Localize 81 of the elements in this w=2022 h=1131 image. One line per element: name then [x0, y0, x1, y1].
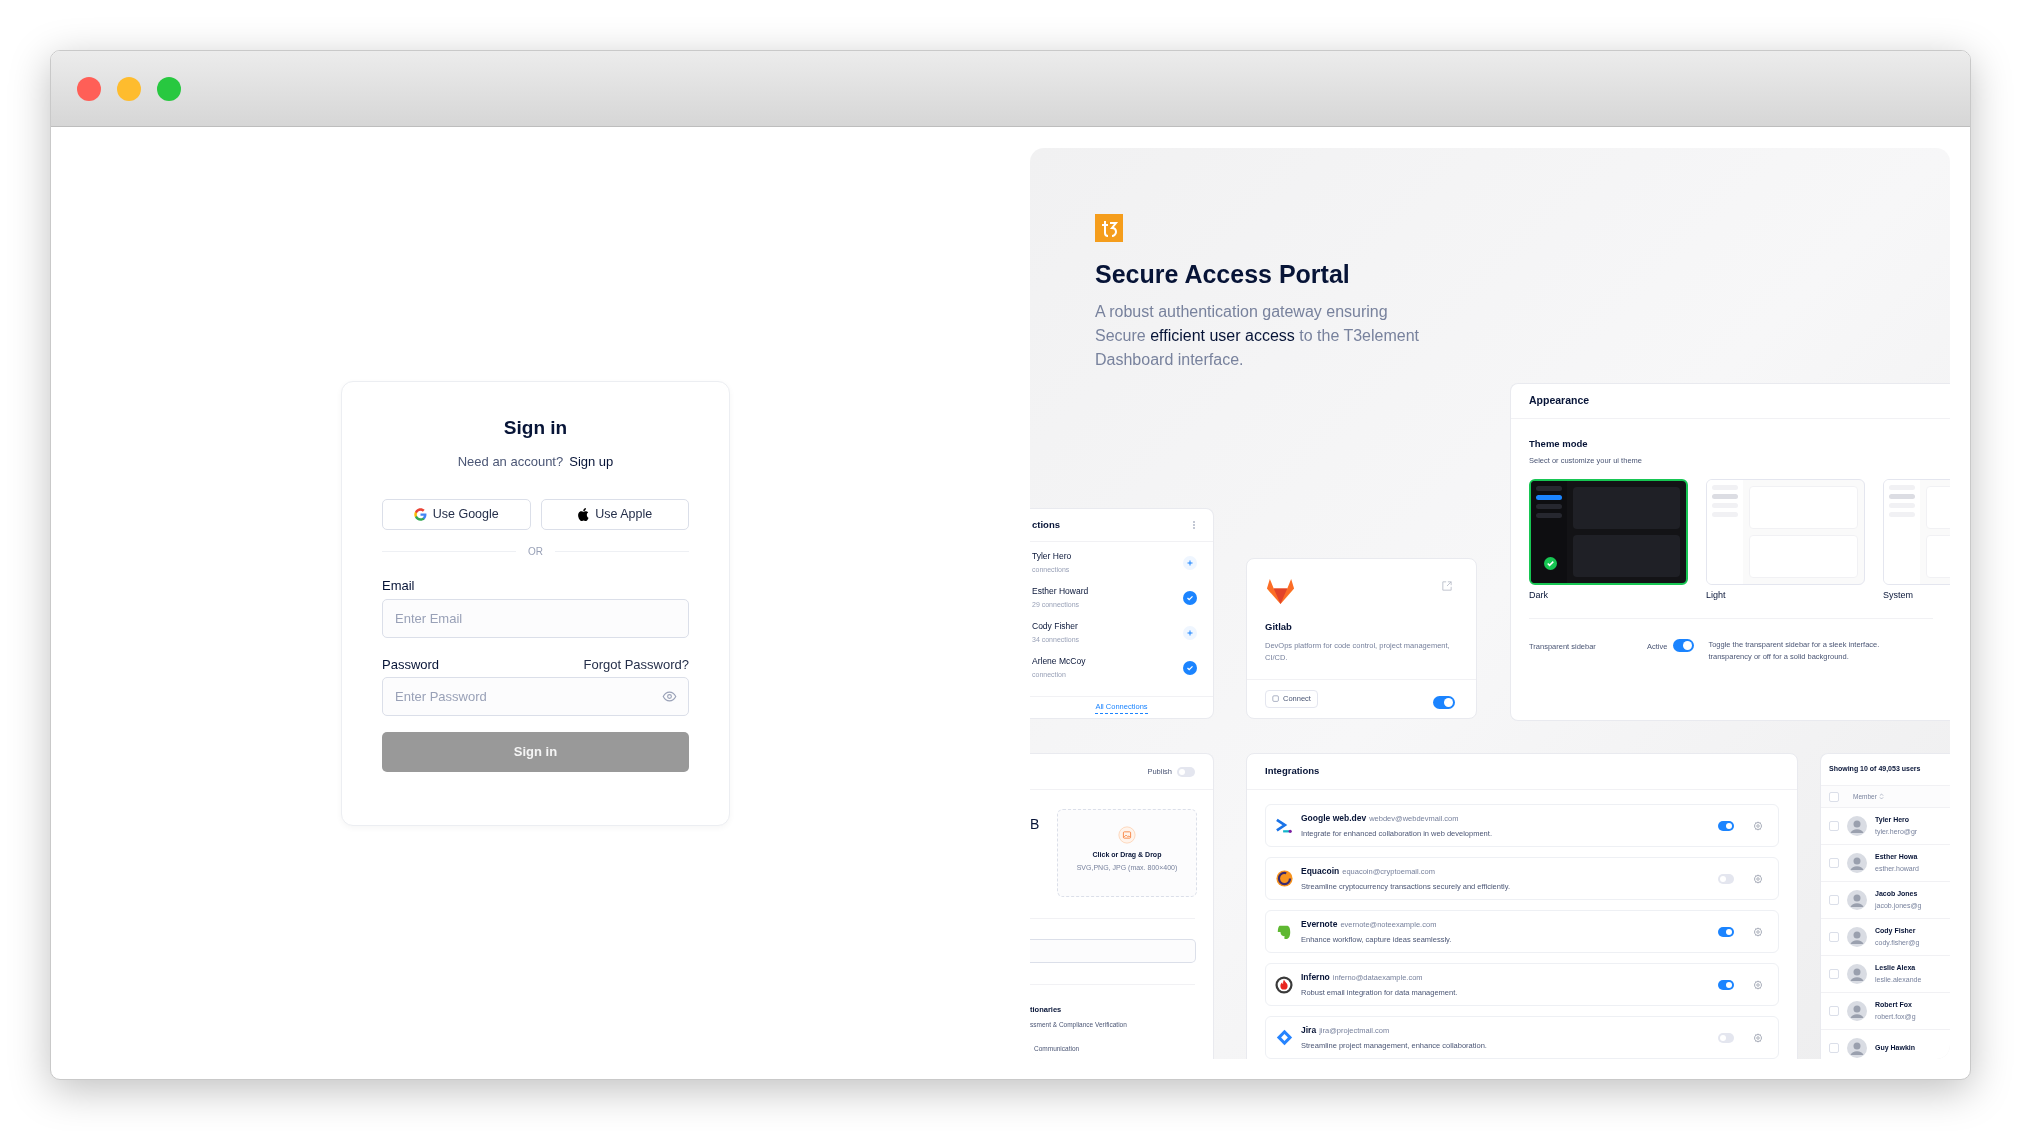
section-title: Theme mode: [1528, 437, 1589, 451]
window-control-button[interactable]: [77, 76, 101, 101]
theme-label: System: [1883, 588, 1914, 602]
add-icon[interactable]: [1183, 556, 1197, 570]
connection-name: Cody Fisher: [1032, 620, 1079, 634]
diamond-logo-icon: [1275, 1029, 1293, 1046]
toggle-switch[interactable]: [1177, 766, 1195, 777]
theme-label: Light: [1706, 588, 1727, 602]
value-text: B: [1030, 817, 1040, 831]
sign-up-link[interactable]: Sign up: [569, 451, 614, 471]
text-input-field[interactable]: [1030, 939, 1196, 963]
connection-name: Tyler Hero: [1032, 550, 1072, 564]
row-checkbox[interactable]: [1829, 1006, 1839, 1016]
integration-name: Gitlab: [1265, 620, 1292, 634]
showcase-description: A robust authentication gateway ensuring Secure efficient user access to the T3element Dashboard interface.: [1095, 302, 1421, 370]
window-control-button[interactable]: [157, 76, 181, 101]
settings-icon[interactable]: [1753, 1032, 1763, 1043]
theme-label: Dark: [1529, 588, 1549, 602]
flame-logo-icon: [1275, 975, 1293, 994]
email-label: Email: [382, 577, 416, 595]
toggle-switch[interactable]: [1718, 820, 1734, 831]
settings-icon[interactable]: [1753, 979, 1763, 990]
theme-preview[interactable]: [1529, 478, 1688, 585]
divider-text: OR: [528, 545, 543, 559]
add-icon[interactable]: [1183, 626, 1197, 640]
toggle-switch[interactable]: [1718, 979, 1734, 990]
avatar-icon: [1847, 1038, 1867, 1058]
ring-logo-icon: [1275, 870, 1293, 887]
email-field[interactable]: Enter Email: [382, 598, 689, 638]
row-checkbox[interactable]: [1829, 932, 1839, 942]
toggle-switch[interactable]: [1718, 1032, 1734, 1043]
avatar-icon: [1847, 1001, 1867, 1021]
chevron-logo-icon: [1275, 817, 1293, 834]
showcase-title: Secure Access Portal: [1095, 259, 1350, 290]
avatar-icon: [1847, 964, 1867, 984]
connected-check-icon[interactable]: [1183, 661, 1197, 675]
brand-logo: [1095, 214, 1123, 242]
toggle-switch[interactable]: [1673, 639, 1695, 652]
connection-name: Esther Howard: [1032, 585, 1089, 599]
row-checkbox[interactable]: [1829, 969, 1839, 979]
card-title: ctions: [1032, 517, 1060, 532]
square-icon: [1272, 695, 1280, 703]
toggle-switch[interactable]: [1718, 926, 1734, 937]
settings-icon[interactable]: [1753, 926, 1763, 937]
window-control-button[interactable]: [117, 76, 141, 101]
row-checkbox[interactable]: [1829, 1043, 1839, 1053]
integration-name: Inferno: [1301, 970, 1330, 984]
integration-name: Jira: [1301, 1023, 1317, 1037]
connection-name: Arlene McCoy: [1032, 655, 1086, 669]
avatar-icon: [1847, 853, 1867, 873]
eye-icon: [662, 689, 677, 704]
google-logo-icon: [413, 508, 427, 521]
check-icon: [1544, 556, 1557, 570]
integration-name: Equacoin: [1301, 864, 1340, 878]
avatar-icon: [1847, 890, 1867, 910]
toggle-switch[interactable]: [1718, 873, 1734, 884]
apple-logo-icon: [577, 508, 590, 521]
password-label: Password: [382, 655, 440, 674]
image-icon: [1118, 826, 1136, 844]
settings-icon[interactable]: [1753, 873, 1763, 884]
integration-name: Evernote: [1301, 917, 1338, 931]
external-link-icon: [1442, 581, 1452, 591]
row-checkbox[interactable]: [1829, 895, 1839, 905]
password-field[interactable]: Enter Password: [382, 677, 689, 716]
sign-in-title: Sign in: [502, 417, 569, 437]
avatar-icon: [1847, 927, 1867, 947]
select-all-checkbox[interactable]: [1829, 791, 1839, 802]
toggle-switch[interactable]: [1433, 696, 1455, 709]
forgot-password-link[interactable]: Forgot Password?: [583, 654, 689, 674]
settings-icon[interactable]: [1753, 820, 1763, 831]
row-checkbox[interactable]: [1829, 821, 1839, 831]
account-prompt: Need an account?: [457, 452, 564, 471]
row-checkbox[interactable]: [1829, 858, 1839, 868]
connected-check-icon[interactable]: [1183, 591, 1197, 605]
card-title: Appearance: [1511, 384, 1950, 419]
card-title: Integrations: [1247, 754, 1797, 790]
avatar-icon: [1847, 816, 1867, 836]
integration-name: Google web.dev: [1301, 811, 1367, 825]
google-sign-in-button[interactable]: Use Google: [382, 499, 531, 530]
sort-icon: [1878, 793, 1884, 800]
apple-sign-in-button[interactable]: Use Apple: [540, 499, 689, 530]
